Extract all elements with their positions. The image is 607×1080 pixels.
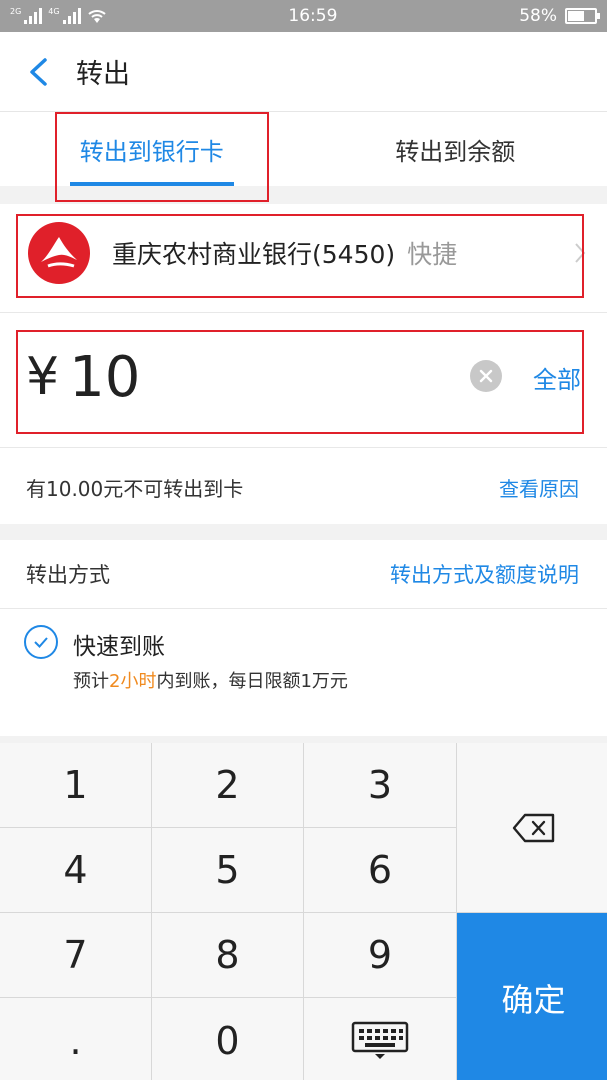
chevron-left-icon (30, 57, 47, 86)
signal-icon-2: 4G (48, 7, 81, 24)
desc-suffix: 内到账，每日限额1万元 (156, 671, 348, 692)
key-6[interactable]: 6 (304, 828, 456, 912)
signal-icon: 2G (10, 7, 43, 24)
tab-underline (69, 182, 234, 186)
signal-tag-4g: 4G (48, 7, 60, 16)
battery-percent: 58% (519, 6, 557, 26)
method-section: 转出方式 转出方式及额度说明 快速到账 预计2小时内到账，每日限额1万元 (0, 540, 607, 736)
tab-to-balance[interactable]: 转出到余额 (304, 112, 607, 186)
bank-name: 重庆农村商业银行(5450) (112, 240, 396, 269)
tab-label: 转出到余额 (395, 137, 516, 166)
key-3[interactable]: 3 (304, 743, 456, 827)
numeric-keypad: 1 2 3 4 5 6 7 8 9 确定 . 0 (0, 743, 607, 1080)
battery-icon (564, 8, 600, 24)
key-9[interactable]: 9 (304, 913, 456, 997)
signal-tag-2g: 2G (10, 7, 22, 16)
method-header: 转出方式 转出方式及额度说明 (0, 540, 607, 608)
method-info-link[interactable]: 转出方式及额度说明 (390, 559, 579, 589)
wifi-icon (87, 8, 107, 24)
tab-bar: 转出到银行卡 转出到余额 (0, 112, 607, 186)
key-4[interactable]: 4 (0, 828, 151, 912)
method-option-fast[interactable]: 快速到账 预计2小时内到账，每日限额1万元 (0, 609, 607, 735)
bank-logo-icon (28, 222, 90, 284)
backspace-key[interactable] (457, 743, 607, 912)
method-label: 转出方式 (26, 563, 110, 587)
keyboard-icon (351, 1021, 409, 1059)
desc-prefix: 预计 (73, 671, 109, 692)
option-description: 预计2小时内到账，每日限额1万元 (73, 667, 348, 693)
key-8[interactable]: 8 (152, 913, 303, 997)
confirm-button[interactable]: 确定 (457, 913, 607, 1080)
keyboard-toggle-key[interactable] (304, 998, 456, 1080)
key-2[interactable]: 2 (152, 743, 303, 827)
key-7[interactable]: 7 (0, 913, 151, 997)
chevron-right-icon (575, 243, 586, 263)
key-dot[interactable]: . (0, 998, 151, 1080)
page-title: 转出 (76, 59, 130, 90)
status-bar: 2G 4G 16:59 58% (0, 0, 607, 32)
notice-row: 有10.00元不可转出到卡 查看原因 (0, 448, 607, 526)
status-left: 2G 4G (10, 8, 107, 24)
currency-symbol: ¥ (26, 347, 60, 407)
withdraw-all-link[interactable]: 全部 (533, 360, 581, 395)
status-right: 58% (519, 6, 600, 26)
close-icon (479, 369, 493, 383)
key-1[interactable]: 1 (0, 743, 151, 827)
bank-tag: 快捷 (407, 240, 458, 269)
tab-label: 转出到银行卡 (79, 137, 224, 166)
option-title: 快速到账 (73, 634, 165, 660)
amount-input[interactable] (69, 344, 390, 410)
backspace-icon (512, 813, 554, 842)
amount-row: ¥ 全部 (0, 322, 607, 432)
check-icon (24, 625, 58, 659)
desc-highlight: 2小时 (109, 671, 157, 692)
back-button[interactable] (0, 32, 76, 112)
key-0[interactable]: 0 (152, 998, 303, 1080)
divider (0, 312, 607, 313)
battery-fill (567, 11, 585, 21)
header: 转出 (0, 32, 607, 112)
clear-button[interactable] (470, 360, 502, 392)
tab-to-bank-card[interactable]: 转出到银行卡 (0, 112, 304, 186)
notice-text: 有10.00元不可转出到卡 (26, 476, 244, 501)
status-time: 16:59 (288, 6, 338, 26)
bank-card-selector[interactable]: 重庆农村商业银行(5450) 快捷 (0, 204, 607, 302)
key-5[interactable]: 5 (152, 828, 303, 912)
card-section: 重庆农村商业银行(5450) 快捷 ¥ 全部 有10.00元不可转出到卡 查看原… (0, 204, 607, 524)
view-reason-link[interactable]: 查看原因 (499, 473, 579, 502)
